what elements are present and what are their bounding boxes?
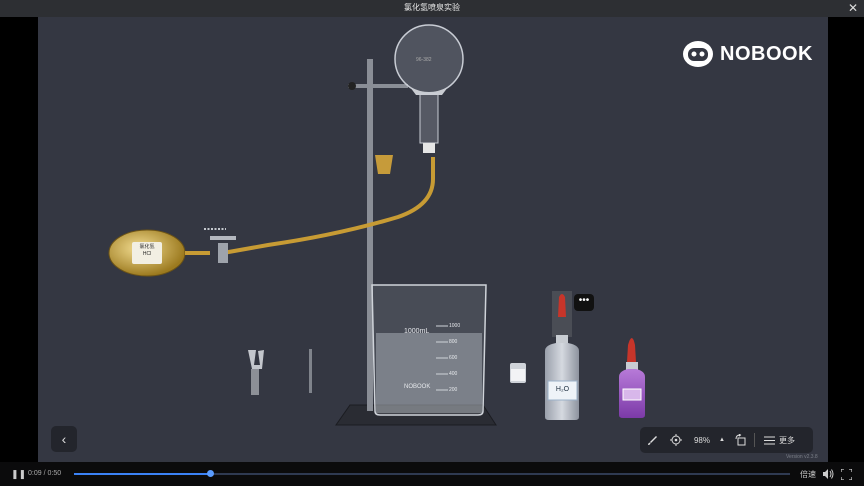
- beaker-1000ml[interactable]: [371, 284, 487, 416]
- playback-speed-button[interactable]: 倍速: [800, 469, 816, 480]
- beaker-mark-600: 600: [449, 355, 458, 361]
- current-time: 0:09: [28, 470, 42, 477]
- locate-icon[interactable]: [664, 427, 688, 453]
- progress-fill: [74, 473, 211, 475]
- lab-canvas[interactable]: NOBOOK 氯化氢 HCl 96-382 1000mL NOBOOK 1000…: [38, 17, 828, 462]
- rubber-stopper[interactable]: [375, 155, 393, 174]
- water-dropper-bottle[interactable]: [545, 291, 579, 420]
- duration: 0:50: [47, 470, 62, 477]
- flask-label: 96-382: [416, 57, 432, 63]
- beaker-mark-200: 200: [449, 387, 458, 393]
- video-controls: ❚❚ 0:09 / 0:50 倍速: [0, 462, 864, 486]
- progress-knob[interactable]: [207, 470, 215, 477]
- time-display: 0:09 / 0:50: [28, 470, 61, 477]
- apparatus-more-button[interactable]: •••: [574, 294, 594, 311]
- window-title: 氯化氢喷泉实验: [404, 3, 460, 12]
- beaker-brand-label: NOBOOK: [404, 384, 431, 390]
- version-label: Version v2.3.8: [786, 454, 818, 460]
- water-bottle-label: H₂O: [555, 386, 570, 393]
- stopcock-valve[interactable]: [204, 228, 236, 263]
- beaker-mark-800: 800: [449, 339, 458, 345]
- window-titlebar: 氯化氢喷泉实验 ✕: [0, 0, 864, 17]
- back-button[interactable]: ‹: [51, 426, 77, 452]
- round-bottom-flask[interactable]: [394, 24, 464, 153]
- time-separator: /: [43, 470, 46, 477]
- clamp-accessory[interactable]: [248, 350, 264, 395]
- more-menu-label[interactable]: 更多: [777, 427, 797, 453]
- volume-icon[interactable]: [822, 467, 834, 485]
- rotate-icon[interactable]: [728, 427, 754, 453]
- pause-icon[interactable]: ❚❚: [11, 469, 26, 480]
- brush-icon[interactable]: [640, 427, 664, 453]
- glass-rod[interactable]: [309, 349, 312, 393]
- indicator-dropper-bottle[interactable]: [619, 338, 645, 418]
- small-weighing-bottle[interactable]: [510, 363, 526, 383]
- bulb-label-formula: HCl: [142, 251, 152, 257]
- list-icon[interactable]: [761, 427, 777, 453]
- beaker-volume-label: 1000mL: [404, 328, 430, 335]
- beaker-mark-1000: 1000: [449, 323, 461, 329]
- lab-toolbar: 98% ▲ 更多: [640, 427, 813, 453]
- caret-up-icon[interactable]: ▲: [716, 427, 728, 453]
- bulb-label: 氯化氢 HCl: [135, 244, 159, 258]
- fullscreen-icon[interactable]: [840, 467, 853, 485]
- beaker-mark-400: 400: [449, 371, 458, 377]
- zoom-value[interactable]: 98%: [688, 427, 716, 453]
- hcl-gas-bulb[interactable]: [108, 229, 210, 277]
- progress-track[interactable]: [74, 470, 790, 477]
- bulb-label-name: 氯化氢: [139, 244, 155, 250]
- close-icon[interactable]: ✕: [848, 1, 858, 15]
- apparatus-drawing: [108, 24, 645, 426]
- rubber-tube: [222, 157, 435, 255]
- toolbar-divider: [754, 433, 755, 447]
